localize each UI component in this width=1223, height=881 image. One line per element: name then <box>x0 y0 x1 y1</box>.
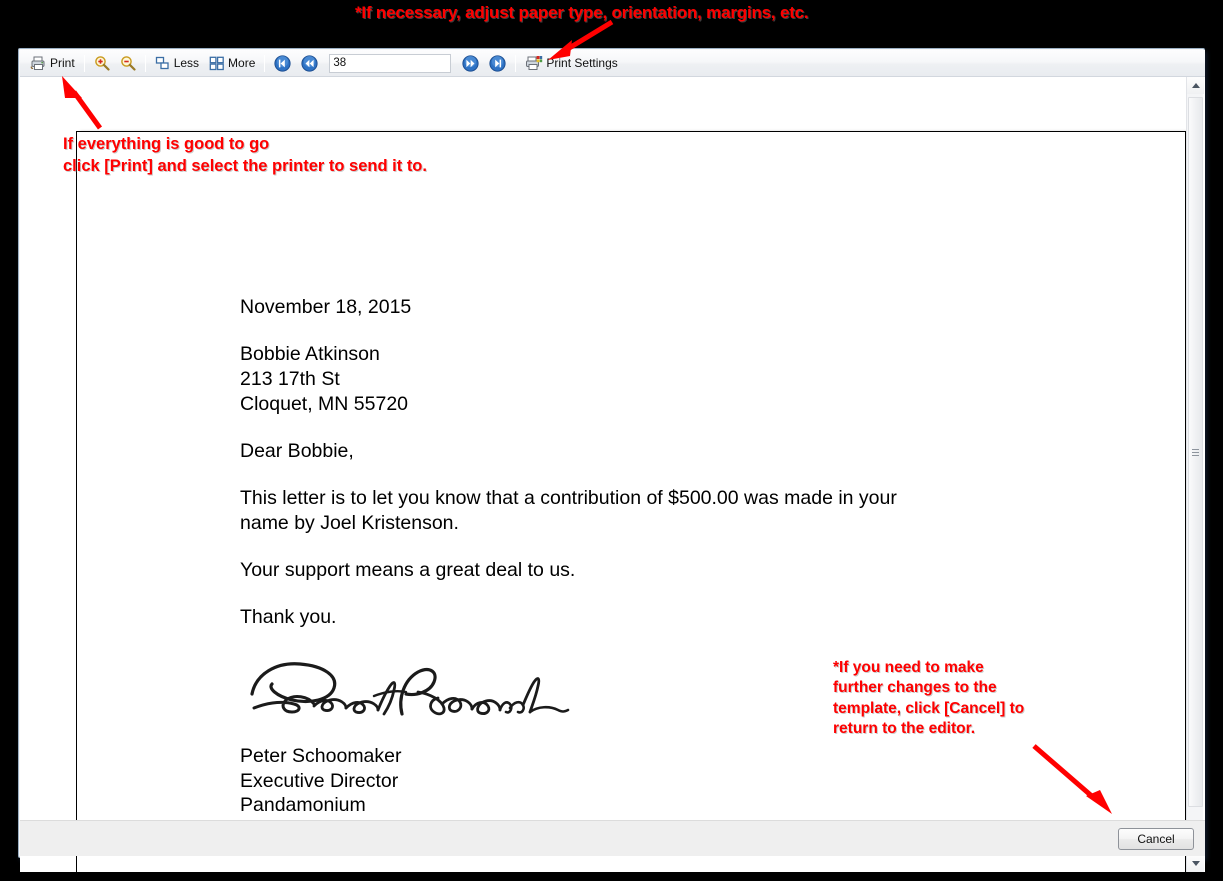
recipient-city-state-zip: Cloquet, MN 55720 <box>240 392 409 415</box>
scroll-down-arrow-icon <box>1191 861 1200 866</box>
body-line-1: This letter is to let you know that a co… <box>240 486 897 509</box>
letter-body-paragraph-3: Thank you. <box>240 605 1030 630</box>
scroll-down-button[interactable] <box>1187 855 1204 872</box>
less-pages-button[interactable]: Less <box>150 52 204 74</box>
page-number-input[interactable]: 38 <box>329 53 452 73</box>
annotation-cancel-note: *If you need to make further changes to … <box>833 659 1025 738</box>
cancel-button-label: Cancel <box>1137 832 1175 846</box>
toolbar-separator <box>83 54 85 72</box>
letter-date: November 18, 2015 <box>240 296 412 318</box>
scrollbar-thumb[interactable] <box>1188 97 1203 807</box>
signer-title: Executive Director <box>240 769 399 792</box>
previous-page-icon <box>301 54 318 72</box>
letter-salutation-block: Dear Bobbie, <box>240 439 1030 464</box>
less-pages-label: Less <box>173 56 200 70</box>
signer-organization: Pandamonium <box>240 794 366 817</box>
letter-body-paragraph-2: Your support means a great deal to us. <box>240 558 1030 583</box>
annotation-print-note: If everything is good to go click [Print… <box>63 135 427 175</box>
fewer-pages-icon <box>155 56 171 71</box>
printer-icon <box>30 55 47 71</box>
print-button[interactable]: Print <box>25 52 80 74</box>
vertical-scrollbar[interactable] <box>1186 77 1204 872</box>
dialog-footer: Cancel <box>20 820 1205 856</box>
zoom-out-icon <box>120 55 136 71</box>
first-page-icon <box>274 54 291 72</box>
more-pages-label: More <box>228 56 256 70</box>
cancel-button[interactable]: Cancel <box>1118 828 1194 850</box>
toolbar-separator <box>264 54 266 72</box>
letter-content: November 18, 2015 Bobbie Atkinson 213 17… <box>240 295 1030 840</box>
print-button-label: Print <box>50 56 75 70</box>
letter-salutation: Dear Bobbie, <box>240 439 354 462</box>
letter-signer-block: Peter Schoomaker Executive Director Pand… <box>240 744 1030 819</box>
page-number-value: 38 <box>333 57 347 69</box>
more-pages-icon <box>209 56 225 71</box>
signature-image <box>250 661 570 716</box>
annotation-arrow-to-print-settings <box>548 19 614 60</box>
screenshot-root: *If necessary, adjust paper type, orient… <box>0 0 1223 881</box>
body-paragraph-2: Your support means a great deal to us. <box>240 558 576 581</box>
toolbar-separator <box>144 54 146 72</box>
scroll-up-arrow-icon <box>1191 83 1200 88</box>
letter-recipient-block: Bobbie Atkinson 213 17th St Cloquet, MN … <box>240 342 1030 417</box>
body-paragraph-3: Thank you. <box>240 605 337 628</box>
scrollbar-grip-icon <box>1192 448 1199 457</box>
annotation-arrow-to-cancel-button <box>1032 744 1112 814</box>
zoom-in-button[interactable] <box>89 52 115 74</box>
body-line-2: name by Joel Kristenson. <box>240 511 459 534</box>
annotation-arrow-to-print-button <box>62 76 103 130</box>
letter-date-block: November 18, 2015 <box>240 295 1030 320</box>
toolbar-separator <box>515 54 517 72</box>
signer-name: Peter Schoomaker <box>240 744 402 767</box>
letter-body-paragraph-1: This letter is to let you know that a co… <box>240 486 1030 536</box>
recipient-street: 213 17th St <box>240 367 340 390</box>
next-page-button[interactable] <box>457 52 484 74</box>
zoom-in-icon <box>94 55 110 71</box>
last-page-button[interactable] <box>484 52 511 74</box>
scroll-up-button[interactable] <box>1187 77 1204 94</box>
previous-page-button[interactable] <box>296 52 323 74</box>
more-pages-button[interactable]: More <box>204 52 260 74</box>
zoom-out-button[interactable] <box>115 52 141 74</box>
next-page-icon <box>462 54 479 72</box>
last-page-icon <box>489 54 506 72</box>
first-page-button[interactable] <box>269 52 296 74</box>
recipient-name: Bobbie Atkinson <box>240 342 380 365</box>
